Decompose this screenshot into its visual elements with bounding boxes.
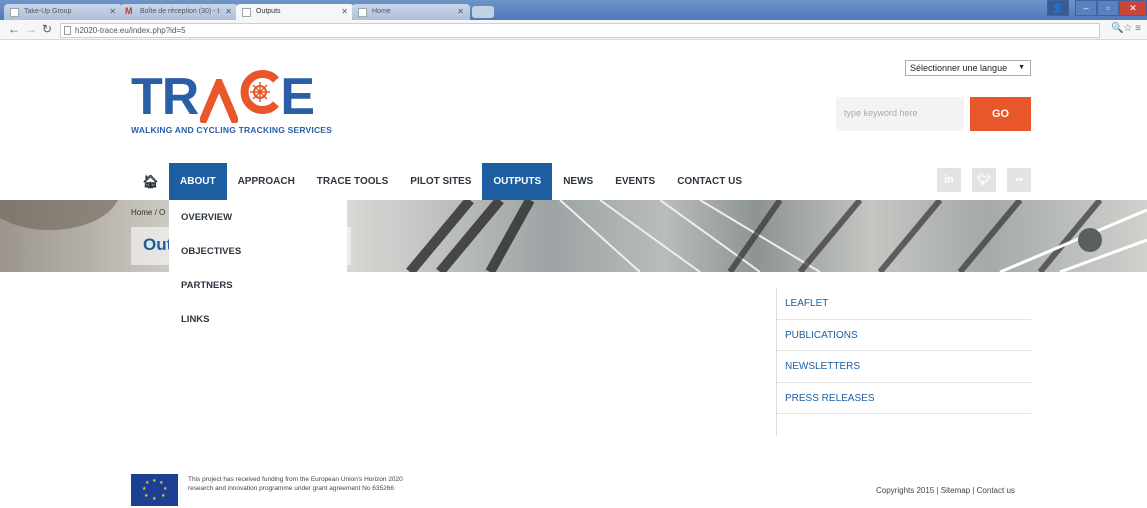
- logo-c-wheel-icon: [240, 70, 280, 114]
- main-menu: 🏠︎ ABOUT APPROACH TRACE TOOLS PILOT SITE…: [132, 163, 753, 200]
- window-controls: 👤 – ▫ ✕: [1047, 0, 1147, 18]
- forward-arrow-icon[interactable]: →: [25, 22, 37, 36]
- menu-item-events[interactable]: EVENTS: [604, 163, 666, 200]
- close-tab-icon[interactable]: ✕: [341, 7, 348, 16]
- page: Sélectionner une langue ▼ TR E WALKING A…: [0, 40, 1147, 508]
- close-tab-icon[interactable]: ✕: [109, 7, 116, 16]
- page-icon: [64, 26, 71, 35]
- funding-notice: This project has received funding from t…: [188, 476, 403, 492]
- browser-tab[interactable]: Home ✕: [352, 4, 470, 20]
- close-tab-icon[interactable]: ✕: [457, 7, 464, 16]
- logo-wordmark: TR E: [131, 68, 315, 126]
- maximize-button[interactable]: ▫: [1097, 0, 1119, 16]
- page-icon: [242, 8, 251, 17]
- logo-tagline: WALKING AND CYCLING TRACKING SERVICES: [131, 125, 333, 135]
- url-text: h2020-trace.eu/index.php?id=5: [75, 26, 186, 35]
- page-icon: [10, 8, 19, 17]
- logo-a-icon: [200, 79, 239, 123]
- back-arrow-icon[interactable]: ←: [8, 22, 20, 36]
- search-input[interactable]: type keyword here: [836, 97, 964, 131]
- minimize-button[interactable]: –: [1075, 0, 1097, 16]
- footer-copyright-links[interactable]: Copyrights 2015 | Sitemap | Contact us: [876, 486, 1015, 495]
- address-bar: ← → ↻ h2020-trace.eu/index.php?id=5 🔍☆ ≡: [0, 20, 1147, 40]
- user-icon[interactable]: 👤: [1047, 0, 1069, 16]
- tab-label: Boîte de réception (30) - t: [140, 8, 220, 15]
- menu-item-about[interactable]: ABOUT: [169, 163, 227, 200]
- language-select[interactable]: Sélectionner une langue ▼: [905, 60, 1031, 76]
- browser-tab[interactable]: M Boîte de réception (30) - t ✕: [120, 4, 238, 20]
- about-dropdown-menu: OVERVIEW OBJECTIVES PARTNERS LINKS: [169, 200, 347, 338]
- close-window-button[interactable]: ✕: [1119, 0, 1147, 16]
- new-tab-button[interactable]: [472, 6, 494, 18]
- menu-item-trace-tools[interactable]: TRACE TOOLS: [306, 163, 399, 200]
- chevron-down-icon: ▼: [1018, 64, 1025, 71]
- page-icon: [358, 8, 367, 17]
- menu-item-pilot-sites[interactable]: PILOT SITES: [399, 163, 482, 200]
- reload-icon[interactable]: ↻: [42, 22, 52, 36]
- browser-tab-bar: Take-Up Group ✕ M Boîte de réception (30…: [0, 0, 1147, 20]
- gmail-icon: M: [125, 6, 133, 16]
- outputs-sidebar: LEAFLET PUBLICATIONS NEWSLETTERS PRESS R…: [776, 288, 1031, 436]
- menu-item-outputs[interactable]: OUTPUTS: [482, 163, 553, 200]
- eu-flag-icon: ★ ★ ★ ★ ★ ★ ★ ★: [131, 474, 178, 506]
- browser-tab[interactable]: Take-Up Group ✕: [4, 4, 122, 20]
- go-button[interactable]: GO: [970, 97, 1031, 131]
- sidebar-item-publications[interactable]: PUBLICATIONS: [777, 320, 1031, 351]
- flickr-icon[interactable]: ••: [1007, 168, 1031, 192]
- trace-logo[interactable]: TR E WALKING AND CYCLING TRACKING SERVIC…: [131, 70, 341, 135]
- menu-item-news[interactable]: NEWS: [552, 163, 604, 200]
- tab-label: Outputs: [256, 8, 281, 15]
- home-icon[interactable]: 🏠︎: [132, 163, 169, 200]
- url-input[interactable]: h2020-trace.eu/index.php?id=5: [60, 23, 1100, 38]
- zoom-star-menu-icons[interactable]: 🔍☆ ≡: [1111, 23, 1141, 34]
- close-tab-icon[interactable]: ✕: [225, 7, 232, 16]
- dropdown-item-partners[interactable]: PARTNERS: [181, 280, 233, 291]
- language-select-value: Sélectionner une langue: [910, 63, 1008, 73]
- twitter-icon[interactable]: 🐦︎: [972, 168, 996, 192]
- menu-item-approach[interactable]: APPROACH: [227, 163, 306, 200]
- dropdown-item-overview[interactable]: OVERVIEW: [181, 212, 232, 223]
- browser-tab-active[interactable]: Outputs ✕: [236, 4, 354, 20]
- dropdown-item-objectives[interactable]: OBJECTIVES: [181, 246, 241, 257]
- tab-label: Home: [372, 8, 391, 15]
- sidebar-item-newsletters[interactable]: NEWSLETTERS: [777, 351, 1031, 383]
- sidebar-item-press-releases[interactable]: PRESS RELEASES: [777, 383, 1031, 414]
- menu-item-contact-us[interactable]: CONTACT US: [666, 163, 753, 200]
- sidebar-item-leaflet[interactable]: LEAFLET: [777, 288, 1031, 320]
- breadcrumb[interactable]: Home / O: [131, 208, 165, 217]
- tab-label: Take-Up Group: [24, 8, 72, 15]
- dropdown-item-links[interactable]: LINKS: [181, 314, 210, 325]
- linkedin-icon[interactable]: in: [937, 168, 961, 192]
